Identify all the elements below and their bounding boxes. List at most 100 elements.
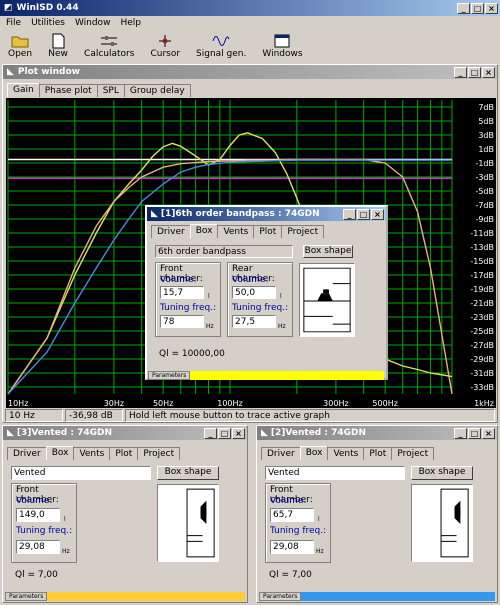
y-tick-label: -11dB bbox=[470, 229, 494, 238]
y-tick-label: -1dB bbox=[475, 159, 494, 168]
vented3-box-shape-button[interactable]: Box shape bbox=[157, 466, 219, 480]
y-tick-label: -29dB bbox=[470, 355, 494, 364]
vented2-close-button[interactable]: × bbox=[482, 427, 495, 439]
y-tick-label: -15dB bbox=[470, 257, 494, 266]
y-tick-label: -21dB bbox=[470, 299, 494, 308]
vented3-front-group: Front chamber: Volume: 149,0 l Tuning fr… bbox=[11, 483, 77, 563]
bandpass-tabs: Driver Box Vents Plot Project bbox=[147, 221, 386, 238]
vented2-enclosure-icon bbox=[440, 488, 469, 558]
bandpass-rear-tuning-input[interactable]: 27,5 bbox=[232, 315, 276, 328]
bandpass-tab-driver[interactable]: Driver bbox=[151, 225, 191, 238]
minimize-button[interactable]: _ bbox=[457, 2, 470, 14]
vented3-tab-driver[interactable]: Driver bbox=[7, 447, 47, 460]
close-button[interactable]: × bbox=[485, 2, 498, 14]
bandpass-dialog: ◣ [1]6th order bandpass : 74GDN _ □ × Dr… bbox=[145, 205, 388, 380]
vented3-front-volume-input[interactable]: 149,0 bbox=[16, 508, 60, 522]
bandpass-box-type[interactable]: 6th order bandpass bbox=[155, 245, 293, 258]
vented3-box-type[interactable]: Vented bbox=[11, 466, 151, 480]
vented2-tab-plot[interactable]: Plot bbox=[363, 447, 393, 460]
vented3-front-tuning-label: Tuning freq.: bbox=[16, 526, 73, 536]
vented3-tab-vents[interactable]: Vents bbox=[73, 447, 111, 460]
y-tick-label: -13dB bbox=[470, 243, 494, 252]
vented2-front-group: Front chamber: Volume: 65,7 l Tuning fre… bbox=[265, 483, 331, 563]
bandpass-tab-plot[interactable]: Plot bbox=[253, 225, 283, 238]
status-freq: 10 Hz bbox=[5, 409, 63, 422]
vented2-tab-project[interactable]: Project bbox=[391, 447, 435, 460]
x-tick-label: 30Hz bbox=[104, 399, 124, 408]
new-button[interactable]: New bbox=[48, 33, 68, 61]
toolbar: Open New Calculators Cursor Signal gen. … bbox=[2, 33, 498, 61]
menu-window[interactable]: Window bbox=[75, 18, 111, 29]
vented2-front-volume-input[interactable]: 65,7 bbox=[270, 508, 314, 522]
vented2-front-tuning-input[interactable]: 29,08 bbox=[270, 540, 314, 554]
tab-gain[interactable]: Gain bbox=[7, 83, 40, 97]
vented3-tabs: Driver Box Vents Plot Project bbox=[3, 440, 247, 460]
plot-close-button[interactable]: × bbox=[482, 66, 495, 78]
vented3-tab-box[interactable]: Box bbox=[45, 446, 75, 460]
bandpass-close-button[interactable]: × bbox=[371, 208, 384, 220]
maximize-button[interactable]: □ bbox=[471, 2, 484, 14]
bandpass-rear-tuning-unit: Hz bbox=[278, 323, 286, 330]
vented2-minimize-button[interactable]: _ bbox=[454, 427, 467, 439]
vented3-front-tuning-unit: Hz bbox=[62, 548, 70, 555]
bandpass-minimize-button[interactable]: _ bbox=[343, 208, 356, 220]
crosshair-icon bbox=[159, 35, 172, 47]
vented2-box-type[interactable]: Vented bbox=[265, 466, 405, 480]
bandpass-rear-group: Rear chamber: Volume: 50,0 l Tuning freq… bbox=[227, 262, 293, 337]
vented2-tab-vents[interactable]: Vents bbox=[327, 447, 365, 460]
vented3-tab-plot[interactable]: Plot bbox=[109, 447, 139, 460]
windows-button[interactable]: Windows bbox=[262, 33, 303, 61]
tab-spl[interactable]: SPL bbox=[96, 84, 125, 97]
bandpass-title: [1]6th order bandpass : 74GDN bbox=[160, 209, 320, 219]
vented3-maximize-button[interactable]: □ bbox=[218, 427, 231, 439]
vented3-close-button[interactable]: × bbox=[232, 427, 245, 439]
bandpass-tab-box[interactable]: Box bbox=[189, 224, 219, 238]
bandpass-ql: Ql = 10000,00 bbox=[159, 349, 225, 359]
vented2-front-tuning-label: Tuning freq.: bbox=[270, 526, 327, 536]
y-tick-label: 5dB bbox=[478, 117, 494, 126]
plot-window-title: Plot window bbox=[17, 67, 80, 77]
bandpass-params-label: Parameters bbox=[148, 371, 191, 380]
plot-maximize-button[interactable]: □ bbox=[468, 66, 481, 78]
bandpass-front-group: Front chamber: Volume: 15,7 l Tuning fre… bbox=[155, 262, 221, 337]
windows-icon bbox=[274, 34, 290, 48]
menu-utilities[interactable]: Utilities bbox=[31, 18, 65, 29]
vented3-minimize-button[interactable]: _ bbox=[204, 427, 217, 439]
bandpass-box-shape-button[interactable]: Box shape bbox=[303, 245, 353, 258]
bandpass-maximize-button[interactable]: □ bbox=[357, 208, 370, 220]
bandpass-tab-vents[interactable]: Vents bbox=[217, 225, 255, 238]
menu-bar: File Utilities Window Help bbox=[0, 16, 500, 31]
vented2-box-shape-button[interactable]: Box shape bbox=[411, 466, 473, 480]
bandpass-enclosure-icon bbox=[303, 267, 351, 333]
vented2-params-color bbox=[301, 592, 495, 601]
plot-window-icon: ◣ bbox=[7, 67, 14, 77]
vented2-tab-box[interactable]: Box bbox=[299, 446, 329, 460]
bandpass-tab-project[interactable]: Project bbox=[281, 225, 325, 238]
vented3-front-volume-label: Volume: bbox=[16, 496, 53, 506]
cursor-button[interactable]: Cursor bbox=[150, 33, 180, 61]
plot-minimize-button[interactable]: _ bbox=[454, 66, 467, 78]
signal-gen-button[interactable]: Signal gen. bbox=[196, 33, 246, 61]
tab-group-delay[interactable]: Group delay bbox=[123, 84, 191, 97]
vented3-titlebar: ◣ [3]Vented : 74GDN _ □ × bbox=[3, 426, 247, 440]
open-button[interactable]: Open bbox=[8, 33, 32, 61]
folder-open-icon bbox=[11, 36, 29, 48]
vented3-enclosure-icon bbox=[186, 488, 215, 558]
tab-phase-plot[interactable]: Phase plot bbox=[38, 84, 98, 97]
menu-file[interactable]: File bbox=[6, 18, 21, 29]
calculators-button[interactable]: Calculators bbox=[84, 33, 134, 61]
bandpass-box-diagram bbox=[299, 263, 355, 337]
vented2-maximize-button[interactable]: □ bbox=[468, 427, 481, 439]
x-tick-label: 100Hz bbox=[217, 399, 242, 408]
bandpass-front-tuning-unit: Hz bbox=[206, 323, 214, 330]
bandpass-front-tuning-label: Tuning freq.: bbox=[160, 303, 217, 313]
menu-help[interactable]: Help bbox=[120, 18, 141, 29]
vented3-tab-project[interactable]: Project bbox=[137, 447, 181, 460]
bandpass-rear-volume-input[interactable]: 50,0 bbox=[232, 286, 276, 299]
vented2-tab-driver[interactable]: Driver bbox=[261, 447, 301, 460]
vented2-box-diagram bbox=[411, 484, 473, 562]
vented3-front-tuning-input[interactable]: 29,08 bbox=[16, 540, 60, 554]
bandpass-front-tuning-input[interactable]: 78 bbox=[160, 315, 204, 328]
bandpass-front-volume-input[interactable]: 15,7 bbox=[160, 286, 204, 299]
new-document-icon bbox=[52, 33, 65, 49]
